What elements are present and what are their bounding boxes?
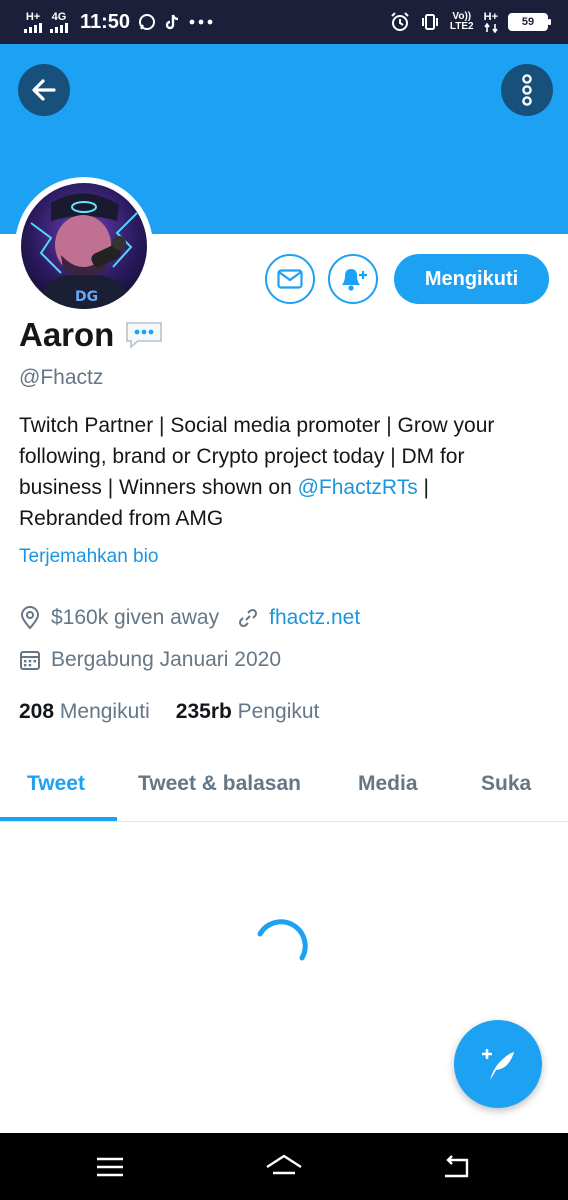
profile-tabs: Tweet Tweet & balasan Media Suka [0, 760, 568, 822]
avatar-illustration: DG [21, 183, 147, 309]
following-button[interactable]: Mengikuti [394, 254, 549, 304]
following-count-link[interactable]: 208 Mengikuti [19, 700, 150, 724]
status-bar-right: Vo)) LTE2 H+ 59 [390, 8, 551, 36]
following-label: Mengikuti [59, 700, 150, 723]
profile-website-link[interactable]: fhactz.net [269, 606, 360, 630]
battery-level: 59 [521, 16, 535, 28]
network-indicator-1: H+ [24, 10, 42, 33]
data-arrows-icon [484, 22, 498, 33]
link-icon [239, 608, 258, 628]
location-pin-icon [20, 606, 40, 630]
tiktok-icon [165, 14, 179, 30]
profile-joined-row: Bergabung Januari 2020 [19, 648, 281, 672]
tab-likes[interactable]: Suka [481, 772, 531, 796]
lte-label: LTE2 [449, 21, 474, 32]
translate-bio-link[interactable]: Terjemahkan bio [19, 546, 158, 568]
system-navigation-bar [0, 1133, 568, 1200]
profile-name: Aaron [19, 316, 115, 353]
lte-indicator: Vo)) LTE2 [450, 12, 474, 32]
alarm-icon [391, 12, 409, 31]
network-type-label: 4G [51, 10, 67, 23]
bio-mention-link[interactable]: @FhactzRTs [298, 476, 418, 499]
home-button[interactable] [264, 1151, 304, 1183]
followers-label: Pengikut [237, 700, 320, 723]
clock: 11:50 [80, 10, 131, 33]
back-arrow-icon [445, 1155, 469, 1178]
network-type-label: H+ [483, 10, 498, 23]
compose-feather-icon [482, 1049, 514, 1080]
compose-tweet-button[interactable] [454, 1020, 542, 1108]
notifications-button[interactable] [328, 254, 378, 304]
profile-avatar[interactable]: DG [15, 177, 153, 315]
bio-text-after-link: | [417, 476, 430, 499]
more-options-button[interactable] [501, 64, 553, 116]
signal-bars-icon [24, 22, 42, 33]
tab-tweet[interactable]: Tweet [27, 772, 85, 796]
profile-handle: @Fhactz [19, 366, 104, 389]
status-bar: H+ 4G 11:50 Vo)) LTE2 H+ 59 [0, 0, 568, 44]
profile-bio: Twitch Partner | Social media promoter |… [19, 410, 549, 534]
bell-plus-icon [342, 269, 367, 291]
recent-apps-button[interactable] [90, 1151, 130, 1183]
following-count: 208 [19, 700, 55, 723]
signal-bars-icon [50, 22, 68, 33]
network-indicator-3: H+ [483, 10, 498, 33]
back-button[interactable] [18, 64, 70, 116]
profile-meta-row: $160k given away fhactz.net [19, 606, 360, 630]
followers-count-link[interactable]: 235rb Pengikut [176, 700, 320, 724]
profile-joined-date: Bergabung Januari 2020 [51, 648, 282, 671]
home-icon [266, 1154, 302, 1175]
avatar-image: DG [21, 183, 147, 309]
profile-name-row: Aaron [19, 316, 164, 354]
loading-spinner-icon [257, 919, 308, 961]
tab-media[interactable]: Media [358, 772, 418, 796]
calendar-icon [20, 651, 40, 670]
bio-text-tail: Rebranded from AMG [19, 507, 224, 530]
svg-text:DG: DG [75, 289, 98, 305]
message-button[interactable] [265, 254, 315, 304]
profile-counts: 208 Mengikuti 235rb Pengikut [19, 700, 319, 724]
network-type-label: H+ [25, 10, 41, 23]
followers-count: 235rb [175, 700, 232, 723]
arrow-left-icon [32, 79, 56, 101]
vibrate-icon [421, 14, 438, 30]
speech-bubble-icon [126, 322, 163, 349]
envelope-icon [277, 269, 303, 289]
back-nav-button[interactable] [436, 1151, 476, 1183]
tab-tweet-replies[interactable]: Tweet & balasan [138, 772, 301, 796]
active-tab-indicator [0, 817, 117, 821]
more-vertical-icon [522, 74, 532, 106]
network-indicator-2: 4G [50, 10, 68, 33]
status-bar-left: H+ 4G 11:50 [24, 8, 214, 36]
more-notifications-icon [189, 19, 213, 25]
whatsapp-icon [139, 14, 156, 30]
battery-indicator: 59 [508, 13, 551, 31]
profile-location: $160k given away [51, 606, 220, 629]
menu-lines-icon [97, 1157, 123, 1177]
